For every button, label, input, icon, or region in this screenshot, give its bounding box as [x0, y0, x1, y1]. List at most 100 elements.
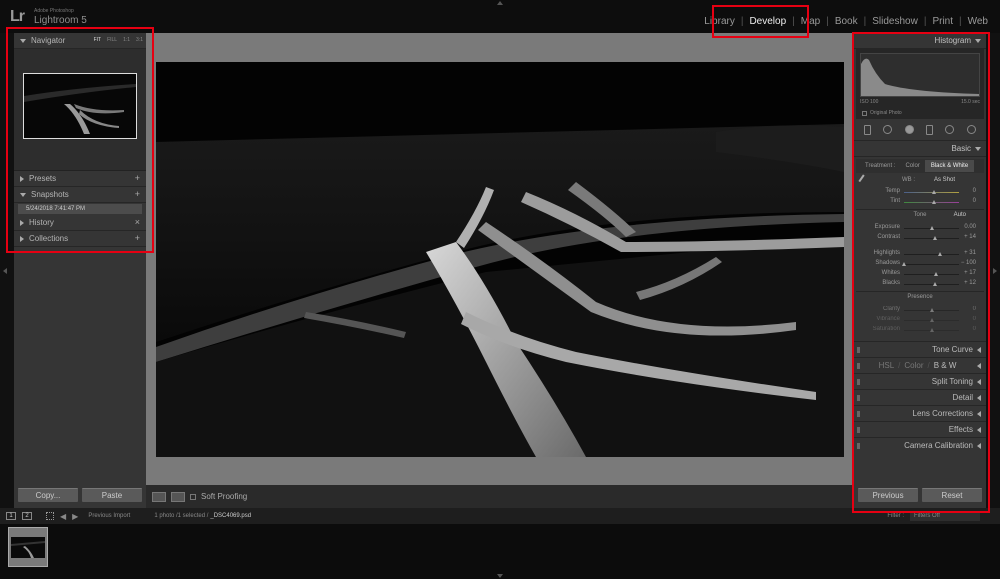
- saturation-knob[interactable]: [929, 328, 934, 332]
- clarity-slider[interactable]: Clarity 0: [854, 305, 986, 315]
- vibrance-value[interactable]: 0: [973, 316, 976, 322]
- snapshots-header[interactable]: Snapshots +: [14, 187, 146, 203]
- forward-arrow-icon[interactable]: ▶: [72, 512, 78, 521]
- snapshot-item[interactable]: 5/24/2018 7:41:47 PM: [18, 204, 142, 214]
- auto-tone-button[interactable]: Auto: [954, 212, 966, 218]
- module-book[interactable]: Book: [829, 16, 864, 27]
- adjustment-brush-icon[interactable]: [966, 125, 976, 134]
- contrast-slider[interactable]: Contrast + 14: [854, 233, 986, 243]
- shadows-knob[interactable]: [902, 262, 906, 266]
- contrast-value[interactable]: + 14: [964, 234, 976, 240]
- copy-button[interactable]: Copy...: [18, 488, 78, 502]
- exposure-knob[interactable]: [929, 226, 934, 230]
- tone-curve-header[interactable]: Tone Curve: [854, 341, 986, 357]
- main-photo[interactable]: [156, 62, 844, 457]
- contrast-knob[interactable]: [933, 236, 938, 240]
- zoom-3-1[interactable]: 3:1: [136, 37, 143, 43]
- reset-button[interactable]: Reset: [922, 488, 982, 502]
- previous-button[interactable]: Previous: [858, 488, 918, 502]
- navigator-thumbnail[interactable]: [23, 73, 137, 139]
- color-tab[interactable]: Color: [904, 361, 923, 370]
- collections-header[interactable]: Collections +: [14, 231, 146, 247]
- blacks-value[interactable]: + 12: [964, 280, 976, 286]
- module-web[interactable]: Web: [962, 16, 994, 27]
- split-toning-header[interactable]: Split Toning: [854, 373, 986, 389]
- blacks-slider[interactable]: Blacks + 12: [854, 279, 986, 289]
- highlights-value[interactable]: + 31: [964, 250, 976, 256]
- panel-switch-icon[interactable]: [857, 411, 860, 417]
- screen-1-button[interactable]: 1: [6, 512, 16, 520]
- soft-proofing-checkbox[interactable]: [190, 493, 196, 500]
- temp-value[interactable]: 0: [973, 188, 976, 194]
- highlights-slider[interactable]: Highlights + 31: [854, 249, 986, 259]
- zoom-1-1[interactable]: 1:1: [123, 37, 130, 43]
- source-label[interactable]: Previous Import: [88, 513, 130, 519]
- panel-switch-icon[interactable]: [857, 379, 860, 385]
- module-develop[interactable]: Develop: [743, 16, 792, 27]
- left-panel-toggle-icon[interactable]: [3, 268, 7, 274]
- original-photo-checkbox[interactable]: [862, 110, 867, 116]
- whites-knob[interactable]: [933, 272, 938, 276]
- graduated-filter-icon[interactable]: [926, 124, 934, 135]
- clarity-value[interactable]: 0: [973, 306, 976, 312]
- module-map[interactable]: Map: [795, 16, 826, 27]
- effects-header[interactable]: Effects: [854, 421, 986, 437]
- loupe-view-icon[interactable]: [152, 491, 166, 502]
- tint-value[interactable]: 0: [973, 198, 976, 204]
- bw-tab[interactable]: B & W: [934, 361, 957, 370]
- whites-slider[interactable]: Whites + 17: [854, 269, 986, 279]
- exposure-value[interactable]: 0.00: [964, 224, 976, 230]
- module-slideshow[interactable]: Slideshow: [866, 16, 924, 27]
- top-panel-toggle-icon[interactable]: [497, 1, 503, 5]
- navigator-header[interactable]: Navigator FIT FILL 1:1 3:1: [14, 33, 146, 49]
- zoom-fill[interactable]: FILL: [107, 37, 117, 43]
- zoom-fit[interactable]: FIT: [94, 37, 102, 43]
- radial-filter-icon[interactable]: [945, 125, 955, 134]
- histogram-header[interactable]: Histogram: [854, 33, 986, 49]
- tint-slider[interactable]: Tint 0: [854, 197, 986, 207]
- panel-switch-icon[interactable]: [857, 427, 860, 433]
- detail-header[interactable]: Detail: [854, 389, 986, 405]
- grid-view-icon[interactable]: [46, 512, 54, 520]
- paste-button[interactable]: Paste: [82, 488, 142, 502]
- highlights-knob[interactable]: [937, 252, 942, 256]
- shadows-value[interactable]: − 100: [961, 260, 976, 266]
- module-print[interactable]: Print: [926, 16, 959, 27]
- saturation-value[interactable]: 0: [973, 326, 976, 332]
- eyedropper-icon[interactable]: [858, 174, 870, 186]
- wb-select[interactable]: As Shot: [934, 177, 955, 183]
- temp-slider[interactable]: Temp 0: [854, 187, 986, 197]
- clarity-knob[interactable]: [929, 308, 934, 312]
- tint-knob[interactable]: [932, 200, 937, 204]
- vibrance-slider[interactable]: Vibrance 0: [854, 315, 986, 325]
- filter-select[interactable]: Filters Off: [910, 511, 980, 521]
- hsl-header[interactable]: HSL / Color / B & W: [854, 357, 986, 373]
- spot-removal-icon[interactable]: [883, 125, 893, 134]
- original-photo-toggle[interactable]: Original Photo: [862, 110, 902, 116]
- blacks-knob[interactable]: [932, 282, 937, 286]
- camera-calibration-header[interactable]: Camera Calibration: [854, 437, 986, 453]
- treatment-black-white[interactable]: Black & White: [924, 160, 975, 172]
- panel-switch-icon[interactable]: [857, 347, 860, 353]
- crop-icon[interactable]: [864, 124, 872, 135]
- panel-switch-icon[interactable]: [857, 363, 860, 369]
- add-preset-icon[interactable]: +: [135, 173, 140, 183]
- bottom-panel-toggle-icon[interactable]: [497, 574, 503, 578]
- module-library[interactable]: Library: [698, 16, 741, 27]
- add-collection-icon[interactable]: +: [135, 233, 140, 243]
- histogram-graph[interactable]: [860, 53, 980, 97]
- history-header[interactable]: History ×: [14, 215, 146, 231]
- panel-switch-icon[interactable]: [857, 395, 860, 401]
- back-arrow-icon[interactable]: ◀: [60, 512, 66, 521]
- treatment-color[interactable]: Color: [900, 163, 924, 169]
- clear-history-icon[interactable]: ×: [135, 217, 140, 227]
- filmstrip-thumbnail[interactable]: [8, 527, 48, 567]
- hsl-tab[interactable]: HSL: [879, 361, 895, 370]
- basic-header[interactable]: Basic: [854, 141, 986, 157]
- vibrance-knob[interactable]: [929, 318, 934, 322]
- temp-knob[interactable]: [932, 190, 937, 194]
- screen-2-button[interactable]: 2: [22, 512, 32, 520]
- red-eye-icon[interactable]: [904, 125, 914, 134]
- panel-switch-icon[interactable]: [857, 443, 860, 449]
- whites-value[interactable]: + 17: [964, 270, 976, 276]
